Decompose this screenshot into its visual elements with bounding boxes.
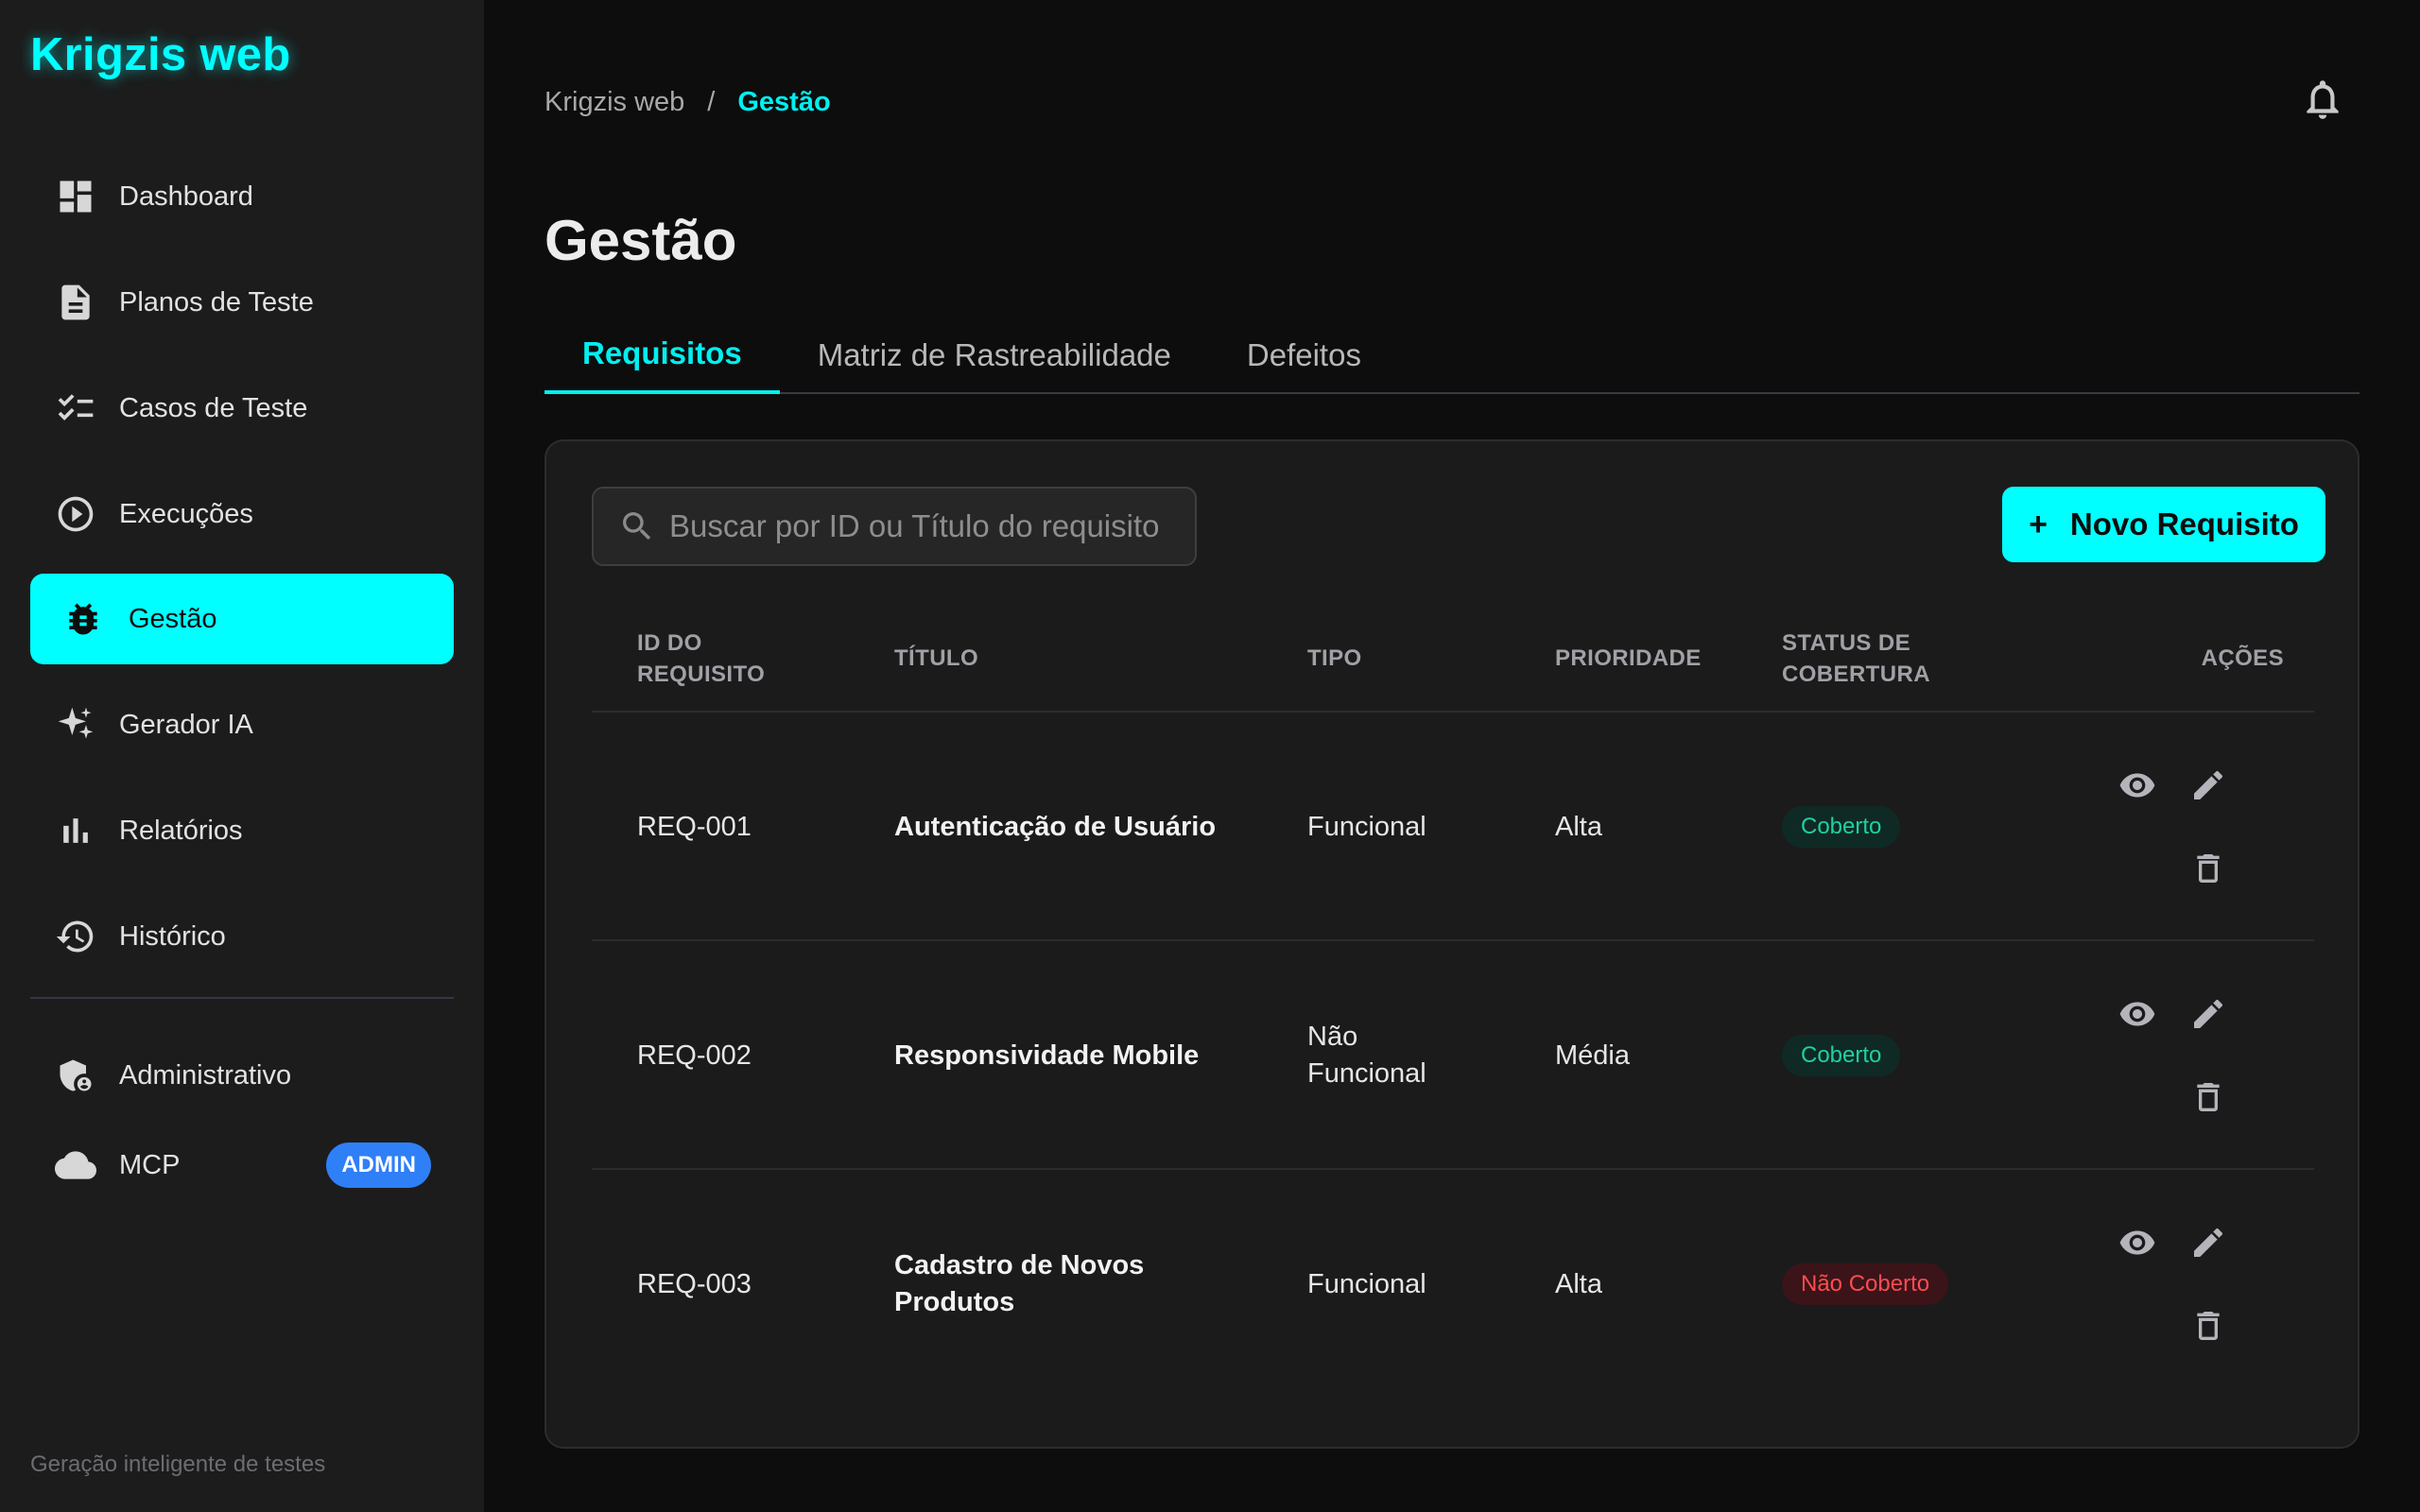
search-input[interactable] — [669, 498, 1180, 555]
sidebar-item-label: MCP — [119, 1149, 181, 1180]
plus-icon: + — [2029, 506, 2048, 542]
edit-pencil-icon[interactable] — [2189, 995, 2227, 1033]
new-requirement-label: Novo Requisito — [2069, 507, 2299, 541]
search-icon — [618, 507, 656, 545]
sidebar-item-gestao[interactable]: Gestão — [30, 574, 454, 664]
document-icon — [55, 282, 96, 323]
coverage-badge: Não Coberto — [1782, 1263, 1949, 1305]
coverage-badge: Coberto — [1782, 1035, 1901, 1076]
app-root: Krigzis web Dashboard Planos de Teste Ca… — [0, 0, 2420, 1512]
table-row: REQ-002 Responsividade Mobile Não Funcio… — [592, 941, 2314, 1170]
column-header-actions: AÇÕES — [2201, 645, 2284, 671]
requirement-priority: Alta — [1555, 811, 1602, 842]
requirement-type: Funcional — [1307, 1268, 1426, 1299]
play-circle-icon — [55, 493, 96, 535]
sidebar-item-relatorios[interactable]: Relatórios — [30, 785, 454, 876]
sidebar: Krigzis web Dashboard Planos de Teste Ca… — [0, 0, 484, 1512]
sidebar-item-dashboard[interactable]: Dashboard — [30, 151, 454, 242]
edit-pencil-icon[interactable] — [2189, 1224, 2227, 1262]
sparkles-icon — [55, 704, 96, 746]
sidebar-item-label: Casos de Teste — [119, 392, 308, 423]
column-header-type[interactable]: TIPO — [1307, 604, 1534, 713]
history-icon — [55, 916, 96, 957]
column-header-title[interactable]: TÍTULO — [894, 604, 1272, 713]
requirement-type: Não Funcional — [1307, 1022, 1426, 1089]
dashboard-icon — [55, 176, 96, 217]
requirement-priority: Média — [1555, 1040, 1630, 1071]
app-logo[interactable]: Krigzis web — [30, 28, 291, 81]
requirement-type: Funcional — [1307, 811, 1426, 842]
table-row: REQ-001 Autenticação de Usuário Funciona… — [592, 713, 2314, 941]
bug-icon — [62, 598, 104, 640]
notifications-bell-icon[interactable] — [2299, 76, 2346, 123]
view-eye-icon[interactable] — [2118, 995, 2156, 1033]
requirement-title: Responsividade Mobile — [894, 1040, 1200, 1071]
sidebar-item-label: Dashboard — [119, 180, 253, 212]
tab-requisitos[interactable]: Requisitos — [544, 317, 780, 394]
requirement-title: Autenticação de Usuário — [894, 811, 1217, 842]
column-header-id[interactable]: ID DO REQUISITO — [637, 604, 873, 713]
sidebar-footer-text: Geração inteligente de testes — [30, 1452, 326, 1477]
table-row: REQ-003 Cadastro de Novos Produtos Funci… — [592, 1170, 2314, 1399]
column-header-priority[interactable]: PRIORIDADE — [1555, 604, 1744, 713]
tab-matriz-de-rastreabilidade[interactable]: Matriz de Rastreabilidade — [780, 317, 1209, 394]
cloud-icon — [55, 1144, 96, 1186]
admin-badge: ADMIN — [326, 1143, 431, 1188]
breadcrumb-separator: / — [707, 87, 716, 117]
delete-trash-icon[interactable] — [2189, 1307, 2227, 1345]
page-title: Gestão — [544, 209, 737, 272]
coverage-status-cell: Coberto — [1782, 941, 2047, 1170]
tab-bar: Requisitos Matriz de Rastreabilidade Def… — [544, 317, 2360, 394]
coverage-badge: Coberto — [1782, 806, 1901, 848]
sidebar-item-label: Histórico — [119, 920, 226, 952]
sidebar-item-mcp[interactable]: MCP ADMIN — [30, 1120, 454, 1211]
sidebar-item-execucoes[interactable]: Execuções — [30, 469, 454, 559]
admin-shield-icon — [55, 1055, 96, 1096]
sidebar-item-administrativo[interactable]: Administrativo — [30, 1030, 454, 1121]
new-requirement-button[interactable]: + Novo Requisito — [2002, 487, 2325, 562]
sidebar-item-label: Relatórios — [119, 815, 243, 846]
sidebar-item-label: Gestão — [129, 603, 217, 634]
table-header: ID DO REQUISITO TÍTULO TIPO PRIORIDADE ST… — [592, 604, 2314, 713]
main-content: Krigzis web / Gestão Gestão Requisitos M… — [484, 0, 2420, 1512]
view-eye-icon[interactable] — [2118, 1224, 2156, 1262]
requirement-title: Cadastro de Novos Produtos — [894, 1250, 1145, 1317]
delete-trash-icon[interactable] — [2189, 1078, 2227, 1116]
column-header-status[interactable]: STATUS DE COBERTURA — [1782, 604, 2047, 713]
sidebar-item-historico[interactable]: Histórico — [30, 891, 454, 982]
sidebar-item-label: Administrativo — [119, 1059, 292, 1091]
tab-defeitos[interactable]: Defeitos — [1209, 317, 1399, 394]
edit-pencil-icon[interactable] — [2189, 766, 2227, 804]
sidebar-item-label: Planos de Teste — [119, 286, 314, 318]
coverage-status-cell: Coberto — [1782, 713, 2047, 941]
requirements-table: ID DO REQUISITO TÍTULO TIPO PRIORIDADE ST… — [592, 604, 2314, 1399]
breadcrumb: Krigzis web / Gestão — [544, 87, 831, 118]
sidebar-item-label: Execuções — [119, 498, 253, 529]
breadcrumb-root[interactable]: Krigzis web — [544, 87, 684, 118]
sidebar-item-casos-de-teste[interactable]: Casos de Teste — [30, 363, 454, 454]
view-eye-icon[interactable] — [2118, 766, 2156, 804]
bar-chart-icon — [55, 810, 96, 851]
requirement-id: REQ-001 — [637, 811, 752, 842]
delete-trash-icon[interactable] — [2189, 850, 2227, 887]
sidebar-item-label: Gerador IA — [119, 709, 253, 740]
sidebar-item-planos-de-teste[interactable]: Planos de Teste — [30, 257, 454, 348]
sidebar-divider — [30, 997, 454, 999]
sidebar-item-gerador-ia[interactable]: Gerador IA — [30, 679, 454, 770]
requirement-priority: Alta — [1555, 1268, 1602, 1299]
requirements-card: + Novo Requisito ID DOREQUISITO TÍTULO T… — [544, 439, 2360, 1449]
requirement-id: REQ-002 — [637, 1040, 752, 1071]
checklist-icon — [55, 387, 96, 429]
search-box — [592, 487, 1197, 566]
breadcrumb-current: Gestão — [737, 87, 831, 117]
requirement-id: REQ-003 — [637, 1268, 752, 1299]
coverage-status-cell: Não Coberto — [1782, 1170, 2047, 1399]
